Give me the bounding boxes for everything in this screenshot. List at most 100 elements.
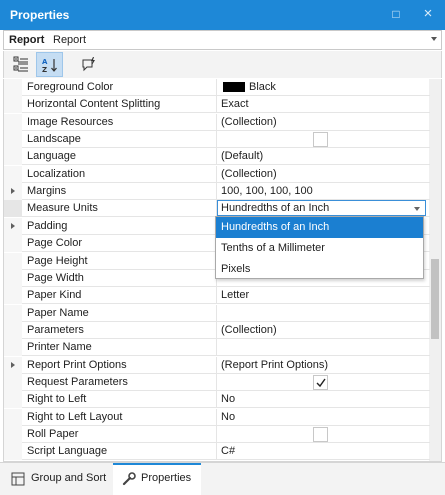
events-icon <box>82 57 95 72</box>
property-checkbox[interactable] <box>313 132 328 147</box>
property-value[interactable]: Letter <box>221 289 249 301</box>
dropdown-option-label: Tenths of a Millimeter <box>221 242 325 254</box>
scrollbar-thumb[interactable] <box>431 259 439 339</box>
property-value[interactable]: (Default) <box>221 150 263 162</box>
row-gutter <box>4 305 22 322</box>
row-gutter <box>4 253 22 270</box>
column-divider[interactable] <box>216 305 217 322</box>
row-gutter <box>4 322 22 339</box>
property-name: Landscape <box>27 133 81 145</box>
property-name: Paper Kind <box>27 289 82 301</box>
row-gutter <box>4 166 22 183</box>
column-divider[interactable] <box>216 114 217 131</box>
property-value[interactable]: (Collection) <box>221 168 277 180</box>
column-divider[interactable] <box>216 148 217 165</box>
property-value[interactable]: Exact <box>221 98 249 110</box>
row-gutter <box>4 270 22 287</box>
property-row[interactable]: Horizontal Content Splitting Exact <box>4 96 430 113</box>
svg-text:Z: Z <box>42 66 47 73</box>
property-value[interactable]: No <box>221 411 235 423</box>
object-type-label: Report <box>9 34 45 46</box>
column-divider[interactable] <box>216 426 217 443</box>
column-divider[interactable] <box>216 409 217 426</box>
tab-properties[interactable]: Properties <box>113 463 201 495</box>
panel-title: Properties <box>10 8 70 22</box>
measure-units-combobox[interactable]: Hundredths of an Inch <box>217 200 426 216</box>
vertical-scrollbar[interactable] <box>429 79 441 461</box>
color-swatch <box>223 82 245 92</box>
property-name: Paper Name <box>27 307 89 319</box>
row-gutter <box>4 391 22 408</box>
tab-group-and-sort[interactable]: Group and Sort <box>4 463 112 495</box>
property-checkbox[interactable] <box>313 427 328 442</box>
column-divider[interactable] <box>216 287 217 304</box>
property-row[interactable]: Localization (Collection) <box>4 166 430 183</box>
events-view-button[interactable] <box>76 52 103 77</box>
row-gutter <box>4 131 22 148</box>
property-name: Foreground Color <box>27 81 114 93</box>
column-divider[interactable] <box>216 166 217 183</box>
property-row[interactable]: Paper Name <box>4 305 430 322</box>
column-divider[interactable] <box>216 339 217 356</box>
dropdown-option[interactable]: Tenths of a Millimeter <box>216 238 423 259</box>
property-row[interactable]: Right to Left Layout No <box>4 409 430 426</box>
property-row[interactable]: Script Language C# <box>4 443 430 460</box>
sort-az-icon: A Z <box>42 58 57 73</box>
property-checkbox[interactable] <box>313 375 328 390</box>
dropdown-option[interactable]: Pixels <box>216 259 423 280</box>
property-row[interactable]: Parameters (Collection) <box>4 322 430 339</box>
property-row[interactable]: Foreground Color Black <box>4 79 430 96</box>
group-sort-icon <box>11 472 25 486</box>
property-name: Padding <box>27 220 68 232</box>
row-gutter <box>4 79 22 96</box>
close-icon[interactable]: × <box>421 6 435 21</box>
object-selector[interactable]: Report Report <box>3 30 442 50</box>
row-gutter <box>4 287 22 304</box>
property-value[interactable]: No <box>221 393 235 405</box>
property-row[interactable]: Landscape <box>4 131 430 148</box>
property-value[interactable]: (Collection) <box>221 324 277 336</box>
column-divider[interactable] <box>216 374 217 391</box>
property-value[interactable]: C# <box>221 445 235 457</box>
expand-arrow-icon[interactable] <box>11 188 15 194</box>
categorized-view-button[interactable] <box>8 52 35 77</box>
expand-arrow-icon[interactable] <box>11 362 15 368</box>
property-row[interactable]: Language (Default) <box>4 148 430 165</box>
property-value[interactable]: Black <box>249 81 276 93</box>
row-gutter <box>4 374 22 391</box>
property-value[interactable]: (Report Print Options) <box>221 359 328 371</box>
row-gutter <box>4 96 22 113</box>
chevron-down-icon[interactable] <box>414 207 420 211</box>
property-row[interactable]: Paper Kind Letter <box>4 287 430 304</box>
column-divider[interactable] <box>216 357 217 374</box>
property-row[interactable]: Printer Name <box>4 339 430 356</box>
property-name: Measure Units <box>27 202 98 214</box>
property-row[interactable]: Request Parameters <box>4 374 430 391</box>
property-row[interactable]: Measure Units Hundredths of an Inch <box>4 200 430 217</box>
column-divider[interactable] <box>216 322 217 339</box>
column-divider[interactable] <box>216 79 217 96</box>
property-row[interactable]: Right to Left No <box>4 391 430 408</box>
property-row[interactable]: Margins 100, 100, 100, 100 <box>4 183 430 200</box>
restore-icon[interactable]: □ <box>389 7 403 21</box>
column-divider[interactable] <box>216 131 217 148</box>
property-name: Page Color <box>27 237 83 249</box>
column-divider[interactable] <box>216 183 217 200</box>
property-row[interactable]: Image Resources (Collection) <box>4 114 430 131</box>
property-row[interactable]: Roll Paper <box>4 426 430 443</box>
alphabetical-view-button[interactable]: A Z <box>36 52 63 77</box>
expand-arrow-icon[interactable] <box>11 223 15 229</box>
chevron-down-icon[interactable] <box>431 37 437 41</box>
column-divider[interactable] <box>216 391 217 408</box>
dropdown-option[interactable]: Hundredths of an Inch <box>216 217 423 238</box>
column-divider[interactable] <box>216 443 217 460</box>
row-gutter <box>4 114 22 131</box>
svg-text:A: A <box>42 58 48 66</box>
property-name: Report Print Options <box>27 359 127 371</box>
property-row[interactable]: Report Print Options (Report Print Option… <box>4 357 430 374</box>
row-gutter <box>4 357 22 374</box>
property-value[interactable]: (Collection) <box>221 116 277 128</box>
property-value[interactable]: 100, 100, 100, 100 <box>221 185 313 197</box>
column-divider[interactable] <box>216 96 217 113</box>
property-name: Parameters <box>27 324 84 336</box>
